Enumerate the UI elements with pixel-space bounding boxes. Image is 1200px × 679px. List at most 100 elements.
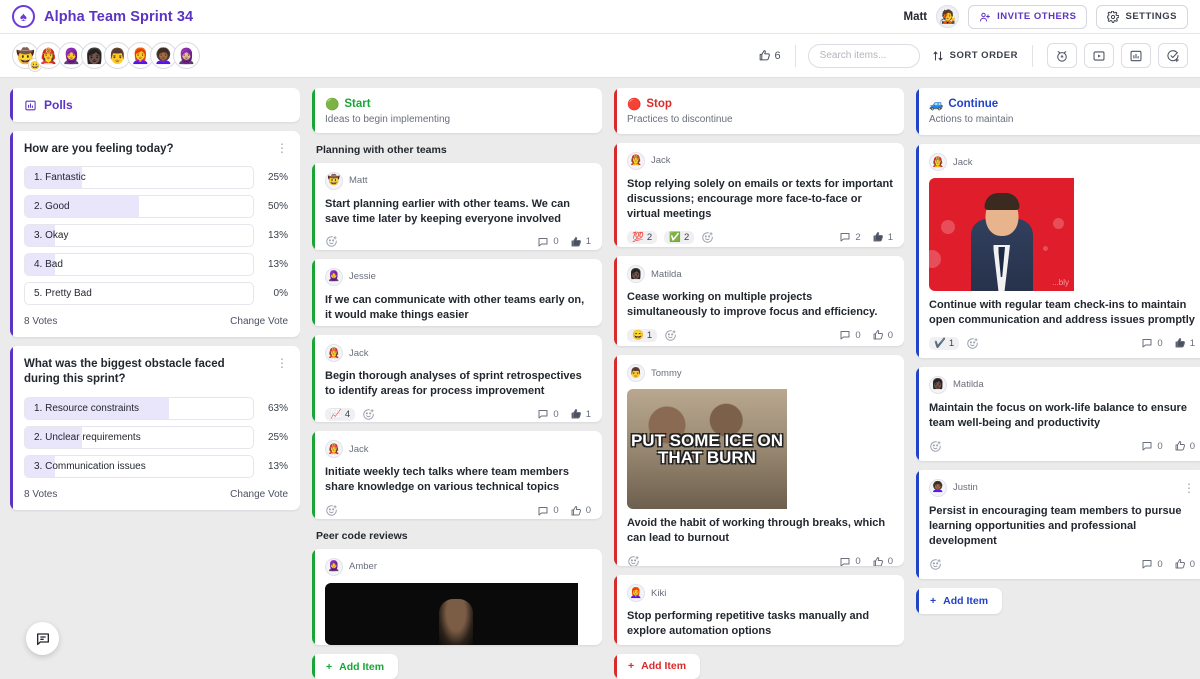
retro-card[interactable]: 🧕 Jessie If we can communicate with othe… (312, 258, 602, 327)
poll-option[interactable]: 3. Okay 13% (24, 224, 288, 248)
add-item-button[interactable]: + Add Item (916, 587, 1003, 614)
retro-card[interactable]: 👩‍🦰 Kiki Stop performing repetitive task… (614, 575, 904, 645)
like-button[interactable]: 0 (872, 329, 893, 341)
comment-count[interactable]: 0 (839, 329, 861, 341)
reaction-chip[interactable]: ✅ 2 (664, 230, 695, 244)
plus-icon: + (326, 660, 333, 673)
add-reaction-icon[interactable] (325, 504, 338, 517)
poll-chart-icon[interactable] (1121, 43, 1151, 68)
settings-button[interactable]: SETTINGS (1096, 4, 1188, 29)
like-button[interactable]: 1 (570, 408, 591, 420)
poll-option-bar[interactable]: 3. Communication issues (24, 454, 254, 478)
like-count-value: 1 (585, 408, 591, 420)
add-reaction-icon[interactable] (966, 337, 979, 350)
poll-option-bar[interactable]: 2. Good (24, 195, 254, 219)
poll-option[interactable]: 1. Fantastic 25% (24, 166, 288, 190)
comment-count[interactable]: 0 (537, 408, 559, 420)
poll-option-bar[interactable]: 5. Pretty Bad (24, 282, 254, 306)
sort-order-button[interactable]: SORT ORDER (932, 50, 1032, 62)
current-user-name: Matt (903, 10, 928, 23)
retro-card[interactable]: 👩🏾‍🦱 Justin ⋮ Persist in encouraging tea… (916, 469, 1200, 579)
like-button[interactable]: 0 (872, 556, 893, 566)
poll-option-bar[interactable]: 1. Resource constraints (24, 396, 254, 420)
comment-count[interactable]: 0 (537, 505, 559, 517)
poll-option-percent: 13% (267, 460, 288, 472)
comment-count[interactable]: 2 (839, 231, 861, 243)
checklist-icon[interactable] (1158, 43, 1188, 68)
retro-card[interactable]: 👩🏿 Matilda Cease working on multiple pro… (614, 256, 904, 347)
comment-count[interactable]: 0 (1141, 440, 1163, 452)
poll-option[interactable]: 5. Pretty Bad 0% (24, 282, 288, 306)
timer-icon[interactable] (1047, 43, 1077, 68)
brand[interactable]: ♠ Alpha Team Sprint 34 (12, 5, 193, 28)
reaction-count: 1 (646, 329, 653, 341)
poll-chart-icon (24, 99, 37, 112)
add-item-button[interactable]: + Add Item (614, 653, 701, 679)
poll-option-bar[interactable]: 4. Bad (24, 253, 254, 277)
like-button[interactable]: 0 (570, 505, 591, 517)
add-reaction-icon[interactable] (701, 231, 714, 244)
card-text: Maintain the focus on work-life balance … (929, 401, 1187, 429)
like-button[interactable]: 0 (1174, 558, 1195, 570)
retro-card[interactable]: 👩‍🚒 Jack ...bly Continue with regular te… (916, 144, 1200, 358)
retro-card[interactable]: 🧕 Amber (312, 548, 602, 646)
poll-option[interactable]: 2. Good 50% (24, 195, 288, 219)
change-vote-button[interactable]: Change Vote (230, 316, 288, 327)
reaction-chip[interactable]: ✔️ 1 (929, 336, 960, 350)
retro-card[interactable]: 👩‍🚒 Jack Stop relying solely on emails o… (614, 142, 904, 248)
participant-avatar[interactable]: 🧕🏼 (173, 42, 200, 69)
like-button[interactable]: 1 (1174, 337, 1195, 349)
search-input[interactable] (807, 43, 920, 68)
retro-card[interactable]: 👩‍🚒 Jack Initiate weekly tech talks wher… (312, 431, 602, 519)
poll-question: What was the biggest obstacle faced duri… (24, 358, 225, 386)
poll-option-bar[interactable]: 2. Unclear requirements (24, 425, 254, 449)
card-image[interactable]: PUT SOME ICE ON THAT BURN (627, 389, 893, 510)
poll-option[interactable]: 4. Bad 13% (24, 253, 288, 277)
poll-option[interactable]: 1. Resource constraints 63% (24, 396, 288, 420)
column-header: 🟢 Start Ideas to begin implementing (312, 88, 602, 133)
reaction-chip[interactable]: 📈 4 (325, 407, 356, 421)
add-reaction-icon[interactable] (664, 329, 677, 342)
add-reaction-icon[interactable] (325, 235, 338, 248)
like-button[interactable]: 0 (1174, 440, 1195, 452)
comment-count[interactable]: 0 (537, 236, 559, 248)
retro-board: Polls How are you feeling today? ⋮ 1. Fa… (0, 78, 1200, 679)
comment-count[interactable]: 0 (1141, 558, 1163, 570)
add-item-button[interactable]: + Add Item (312, 654, 399, 679)
poll-option-bar[interactable]: 3. Okay (24, 224, 254, 248)
chat-button[interactable] (26, 622, 59, 655)
poll-option[interactable]: 3. Communication issues 13% (24, 454, 288, 478)
comment-count[interactable]: 0 (839, 556, 861, 566)
poll-option-bar[interactable]: 1. Fantastic (24, 166, 254, 190)
card-image[interactable] (325, 582, 591, 645)
add-reaction-icon[interactable] (627, 555, 640, 567)
comment-count-value: 2 (855, 231, 861, 243)
retro-card[interactable]: 👩🏿 Matilda Maintain the focus on work-li… (916, 366, 1200, 461)
avatar[interactable]: 🧑‍🎤 (936, 5, 960, 28)
poll-option[interactable]: 2. Unclear requirements 25% (24, 425, 288, 449)
like-count-value: 1 (585, 236, 591, 248)
reaction-chip[interactable]: 💯 2 (627, 230, 658, 244)
change-vote-button[interactable]: Change Vote (230, 489, 288, 500)
card-image[interactable]: ...bly (929, 178, 1195, 291)
add-reaction-icon[interactable] (929, 440, 942, 453)
retro-card[interactable]: 👨 Tommy PUT SOME ICE ON THAT BURN Avoid … (614, 355, 904, 567)
comment-count-value: 0 (1157, 337, 1163, 349)
poll-menu-button[interactable]: ⋮ (276, 357, 288, 369)
like-button[interactable]: 1 (872, 231, 893, 243)
avatar: 👩🏿 (929, 375, 947, 394)
invite-others-button[interactable]: INVITE OTHERS (968, 4, 1088, 29)
avatar: 👩‍🚒 (325, 344, 343, 363)
card-menu-button[interactable]: ⋮ (1183, 482, 1195, 494)
comment-count[interactable]: 0 (1141, 337, 1163, 349)
present-icon[interactable] (1084, 43, 1114, 68)
reaction-chip[interactable]: 😄 1 (627, 328, 658, 342)
add-reaction-icon[interactable] (929, 558, 942, 571)
poll-menu-button[interactable]: ⋮ (276, 142, 288, 154)
poll-card: What was the biggest obstacle faced duri… (10, 346, 300, 510)
add-reaction-icon[interactable] (362, 408, 375, 421)
like-button[interactable]: 1 (570, 236, 591, 248)
retro-card[interactable]: 🤠 Matt Start planning earlier with other… (312, 162, 602, 250)
card-author: Tommy (651, 367, 682, 379)
retro-card[interactable]: 👩‍🚒 Jack Begin thorough analyses of spri… (312, 335, 602, 423)
